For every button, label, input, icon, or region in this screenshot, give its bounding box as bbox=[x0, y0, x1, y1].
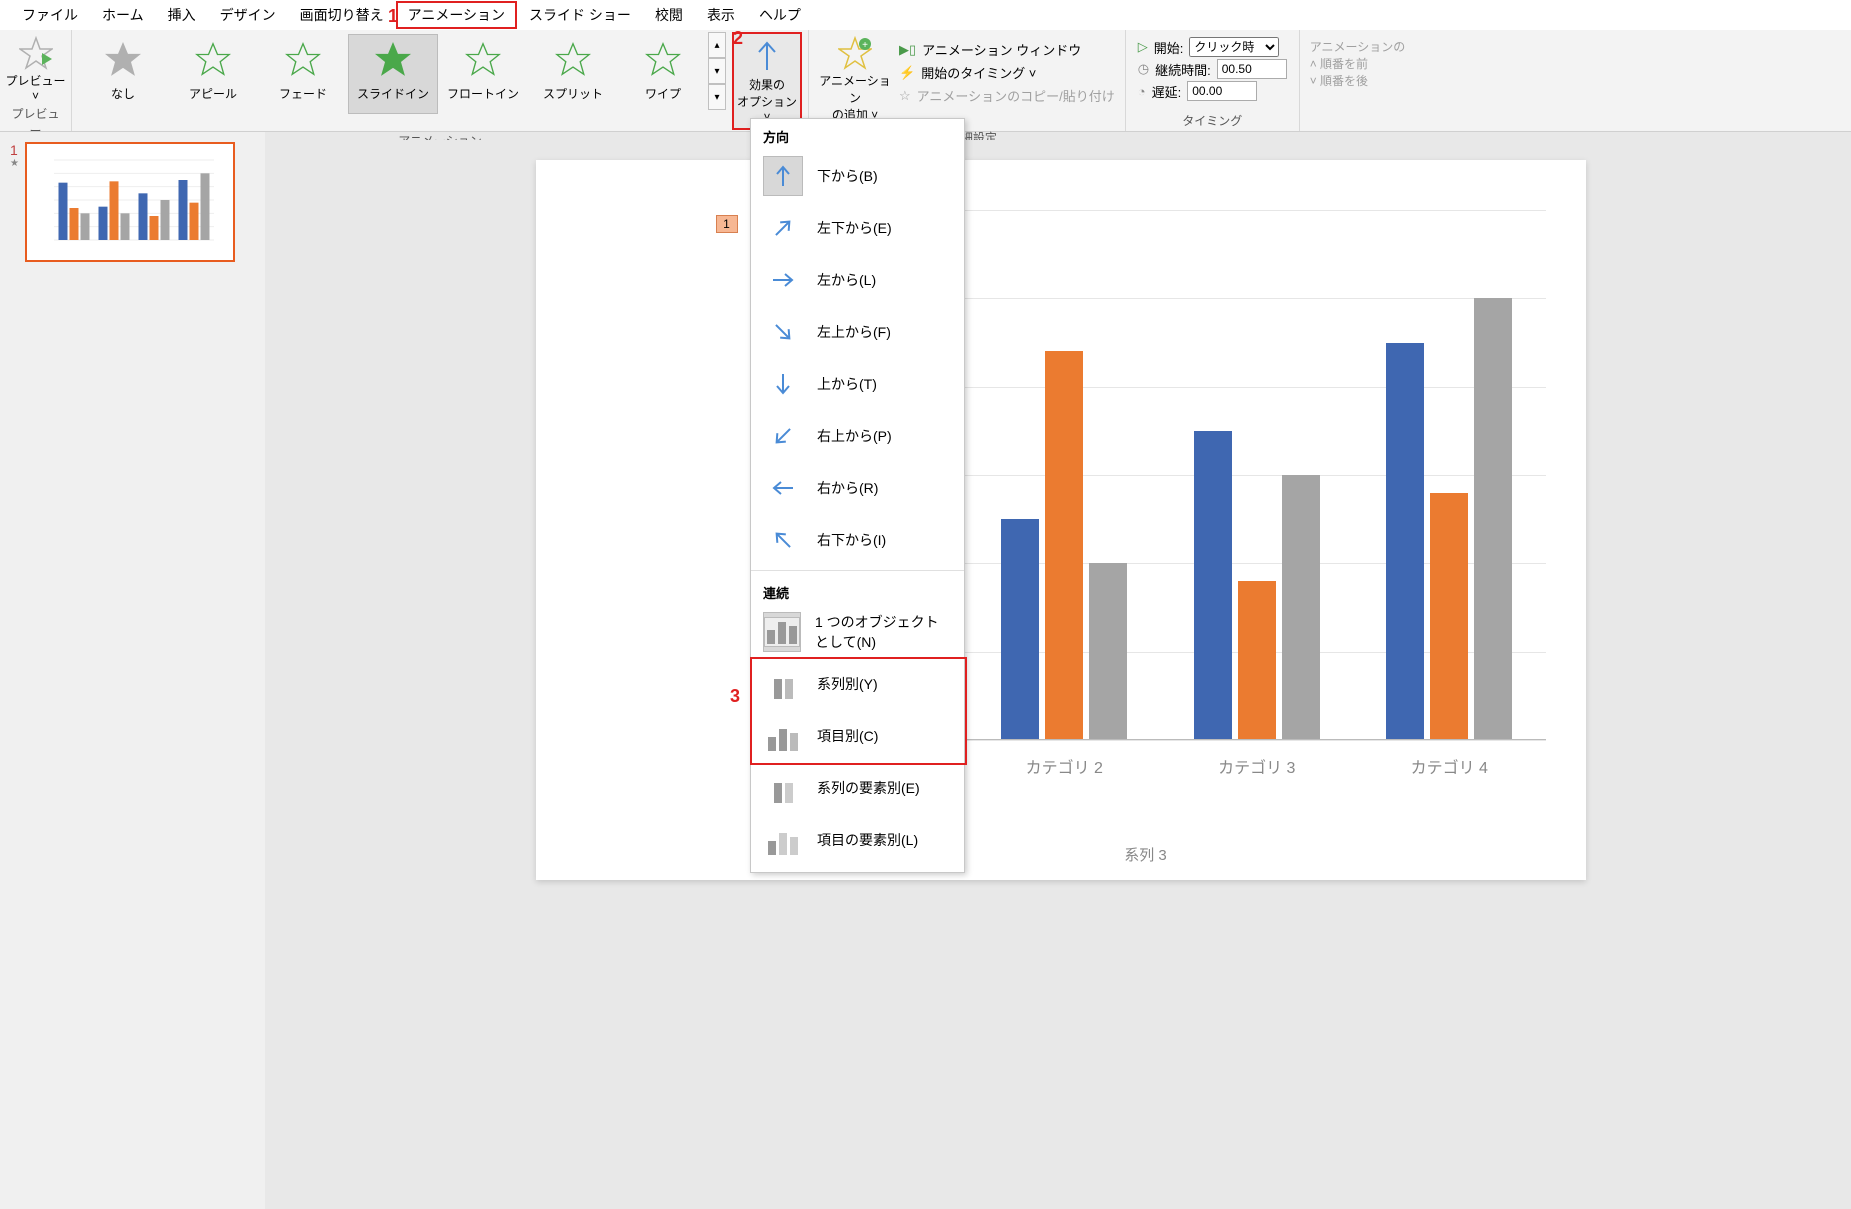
slide-canvas[interactable]: 1 0123456 カテゴリ 1カテゴリ 2カテゴリ 3カテゴリ 4 系列 3 bbox=[536, 160, 1586, 880]
dropdown-direction-item[interactable]: 右上から(P) bbox=[751, 410, 964, 462]
annotation-2: 2 bbox=[733, 28, 743, 49]
effect-options-l1: 効果の bbox=[749, 78, 785, 92]
category-label: カテゴリ 4 bbox=[1411, 754, 1488, 778]
dropdown-sequence-item[interactable]: 系列別(Y) bbox=[751, 658, 964, 710]
gallery-scroll-down[interactable]: ▾ bbox=[708, 58, 726, 84]
anim-item-6[interactable]: ワイプ bbox=[618, 34, 708, 114]
group-animation: なしアピールフェードスライドインフロートインスプリットワイプ ▴ ▾ ▾ 効果の… bbox=[72, 30, 809, 131]
dropdown-sequence-item[interactable]: 1 つのオブジェクトとして(N) bbox=[751, 606, 964, 658]
timing-duration-label: 継続時間: bbox=[1155, 60, 1211, 79]
anim-item-5[interactable]: スプリット bbox=[528, 34, 618, 114]
category-group: カテゴリ 2 bbox=[968, 210, 1161, 740]
category-label: カテゴリ 3 bbox=[1218, 754, 1295, 778]
slide-thumbnail-1[interactable] bbox=[25, 142, 235, 262]
dropdown-direction-item[interactable]: 右下から(I) bbox=[751, 514, 964, 566]
dropdown-separator bbox=[751, 570, 964, 571]
bar bbox=[1474, 298, 1512, 740]
menu-5[interactable]: アニメーション bbox=[396, 1, 517, 29]
bar bbox=[1001, 519, 1039, 740]
animation-pane-button[interactable]: ▶▯アニメーション ウィンドウ bbox=[899, 38, 1115, 61]
annotation-1: 1 bbox=[388, 6, 398, 27]
animation-painter-button: ☆アニメーションのコピー/貼り付け bbox=[899, 84, 1115, 107]
bar bbox=[1430, 493, 1468, 740]
timing-delay-row: ◔ 遅延: bbox=[1138, 80, 1287, 102]
group-preview: プレビュー˅ プレビュー bbox=[0, 30, 72, 131]
dropdown-direction-item[interactable]: 左から(L) bbox=[751, 254, 964, 306]
timing-delay-input[interactable] bbox=[1187, 81, 1257, 101]
effect-options-dropdown: 方向 下から(B)左下から(E)左から(L)左上から(F)上から(T)右上から(… bbox=[750, 118, 965, 873]
group-advanced: + アニメーション の追加 ˅ ▶▯アニメーション ウィンドウ ⚡開始のタイミン… bbox=[809, 30, 1126, 131]
bar bbox=[1238, 581, 1276, 740]
menu-8[interactable]: 表示 bbox=[695, 1, 747, 29]
menu-1[interactable]: ホーム bbox=[90, 1, 156, 29]
reorder-title: アニメーションの bbox=[1310, 38, 1406, 55]
gallery-expand[interactable]: ▾ bbox=[708, 84, 726, 110]
group-reorder: アニメーションの ˄ 順番を前 ˅ 順番を後 bbox=[1300, 30, 1416, 131]
add-animation-button[interactable]: + アニメーション の追加 ˅ bbox=[815, 32, 895, 127]
bar bbox=[1194, 431, 1232, 740]
group-timing: ▷ 開始: クリック時 ◷ 継続時間: ◔ 遅延: タイミング bbox=[1126, 30, 1300, 131]
dropdown-direction-item[interactable]: 上から(T) bbox=[751, 358, 964, 410]
dropdown-section-direction: 方向 bbox=[751, 119, 964, 150]
thumb-number: 1 bbox=[10, 142, 19, 158]
dropdown-sequence-item[interactable]: 項目別(C) bbox=[751, 710, 964, 762]
timing-duration-row: ◷ 継続時間: bbox=[1138, 58, 1287, 80]
menu-9[interactable]: ヘルプ bbox=[747, 1, 813, 29]
category-group: カテゴリ 4 bbox=[1353, 210, 1546, 740]
bar bbox=[1045, 351, 1083, 740]
trigger-button[interactable]: ⚡開始のタイミング ˅ bbox=[899, 61, 1115, 84]
timing-delay-label: 遅延: bbox=[1152, 82, 1182, 101]
thumb-animation-icon: ★ bbox=[10, 158, 19, 169]
reorder-prev: ˄ 順番を前 bbox=[1310, 55, 1406, 72]
menu-0[interactable]: ファイル bbox=[10, 1, 90, 29]
timing-start-row: ▷ 開始: クリック時 bbox=[1138, 36, 1287, 58]
bar bbox=[1386, 343, 1424, 741]
svg-text:+: + bbox=[862, 40, 868, 51]
gallery-scroll: ▴ ▾ ▾ bbox=[708, 32, 726, 110]
gallery-scroll-up[interactable]: ▴ bbox=[708, 32, 726, 58]
menu-2[interactable]: 挿入 bbox=[156, 1, 208, 29]
anim-item-3[interactable]: スライドイン bbox=[348, 34, 438, 114]
add-anim-l1: アニメーション bbox=[819, 74, 891, 105]
dropdown-section-sequence: 連続 bbox=[751, 575, 964, 606]
dropdown-direction-item[interactable]: 下から(B) bbox=[751, 150, 964, 202]
menu-4[interactable]: 画面切り替え bbox=[288, 1, 396, 29]
category-label: カテゴリ 2 bbox=[1026, 754, 1103, 778]
animation-gallery: なしアピールフェードスライドインフロートインスプリットワイプ bbox=[78, 32, 708, 116]
anim-item-0[interactable]: なし bbox=[78, 34, 168, 114]
bar bbox=[1282, 475, 1320, 740]
timing-start-label: 開始: bbox=[1154, 38, 1184, 57]
thumbnail-panel: 1 ★ bbox=[0, 132, 265, 1209]
anim-item-2[interactable]: フェード bbox=[258, 34, 348, 114]
menu-bar: ファイルホーム挿入デザイン画面切り替えアニメーションスライド ショー校閲表示ヘル… bbox=[0, 0, 1851, 30]
bar bbox=[1089, 563, 1127, 740]
menu-6[interactable]: スライド ショー bbox=[517, 1, 643, 29]
category-group: カテゴリ 3 bbox=[1161, 210, 1354, 740]
preview-label: プレビュー bbox=[6, 74, 66, 88]
group-timing-label: タイミング bbox=[1182, 110, 1242, 131]
preview-button[interactable]: プレビュー˅ bbox=[6, 32, 66, 103]
timing-duration-input[interactable] bbox=[1217, 59, 1287, 79]
annotation-3: 3 bbox=[730, 686, 740, 707]
dropdown-sequence-item[interactable]: 系列の要素別(E) bbox=[751, 762, 964, 814]
reorder-next: ˅ 順番を後 bbox=[1310, 72, 1406, 89]
dropdown-direction-item[interactable]: 左上から(F) bbox=[751, 306, 964, 358]
timing-start-select[interactable]: クリック時 bbox=[1189, 37, 1279, 57]
menu-7[interactable]: 校閲 bbox=[643, 1, 695, 29]
anim-item-4[interactable]: フロートイン bbox=[438, 34, 528, 114]
ribbon: プレビュー˅ プレビュー なしアピールフェードスライドインフロートインスプリット… bbox=[0, 30, 1851, 132]
anim-item-1[interactable]: アピール bbox=[168, 34, 258, 114]
dropdown-direction-item[interactable]: 左下から(E) bbox=[751, 202, 964, 254]
animation-order-tag[interactable]: 1 bbox=[716, 215, 738, 233]
slide-area: 1 0123456 カテゴリ 1カテゴリ 2カテゴリ 3カテゴリ 4 系列 3 bbox=[270, 140, 1851, 1209]
advanced-links: ▶▯アニメーション ウィンドウ ⚡開始のタイミング ˅ ☆アニメーションのコピー… bbox=[895, 32, 1119, 113]
menu-3[interactable]: デザイン bbox=[208, 1, 288, 29]
dropdown-direction-item[interactable]: 右から(R) bbox=[751, 462, 964, 514]
dropdown-sequence-item[interactable]: 項目の要素別(L) bbox=[751, 814, 964, 866]
